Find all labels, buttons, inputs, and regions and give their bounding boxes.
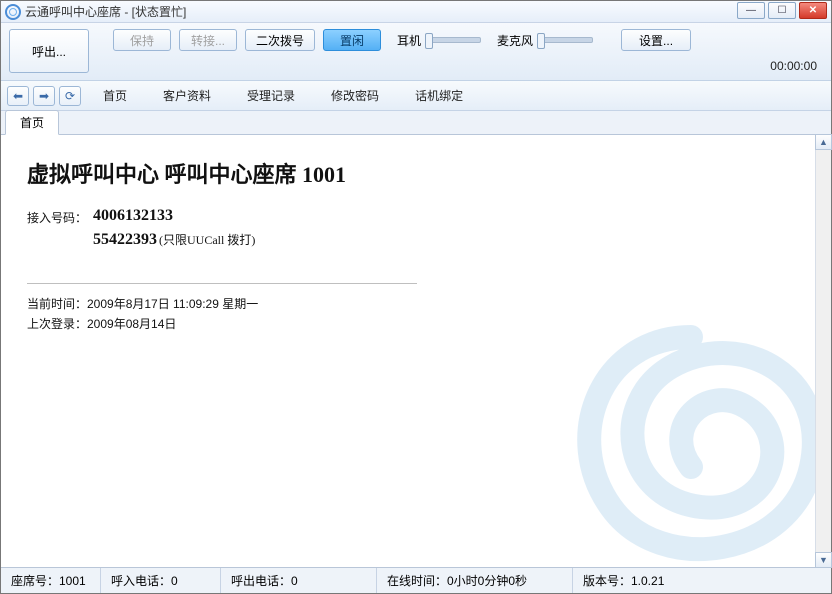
- status-seat: 座席号：1001: [1, 568, 101, 593]
- maximize-button[interactable]: ☐: [768, 2, 796, 19]
- close-button[interactable]: ✕: [799, 2, 827, 19]
- refresh-button[interactable]: ⟳: [59, 86, 81, 106]
- access-note: (只限UUCall 拨打): [159, 233, 255, 247]
- redial-button[interactable]: 二次拨号: [245, 29, 315, 51]
- nav-records[interactable]: 受理记录: [247, 87, 295, 104]
- page-headline: 虚拟呼叫中心 呼叫中心座席 1001: [27, 157, 805, 189]
- content-area: 虚拟呼叫中心 呼叫中心座席 1001 接入号码： 4006132133 5542…: [1, 135, 831, 567]
- mic-control: 麦克风: [497, 32, 593, 49]
- background-swirl-icon: [541, 297, 831, 567]
- tab-home[interactable]: 首页: [5, 110, 59, 135]
- navbar: ⬅ ➡ ⟳ 首页 客户资料 受理记录 修改密码 话机绑定: [1, 81, 831, 111]
- window-title: 云通呼叫中心座席 - [状态置忙]: [25, 3, 186, 20]
- transfer-button[interactable]: 转接...: [179, 29, 237, 51]
- content-wrap: 虚拟呼叫中心 呼叫中心座席 1001 接入号码： 4006132133 5542…: [1, 135, 831, 567]
- window-controls: — ☐ ✕: [737, 2, 827, 19]
- headset-control: 耳机: [397, 32, 481, 49]
- mic-slider[interactable]: [537, 37, 593, 43]
- scroll-down-button[interactable]: ▼: [815, 552, 832, 568]
- access-number-2: 55422393(只限UUCall 拨打): [93, 231, 255, 249]
- status-outbound: 呼出电话：0: [221, 568, 377, 593]
- minimize-button[interactable]: —: [737, 2, 765, 19]
- access-row: 接入号码： 4006132133 55422393(只限UUCall 拨打): [27, 207, 805, 249]
- tab-strip: 首页: [1, 111, 831, 135]
- mic-label: 麦克风: [497, 32, 533, 49]
- callout-button[interactable]: 呼出...: [9, 29, 89, 73]
- nav-bind[interactable]: 话机绑定: [415, 87, 463, 104]
- status-online: 在线时间：0小时0分钟0秒: [377, 568, 573, 593]
- access-numbers: 4006132133 55422393(只限UUCall 拨打): [93, 207, 255, 249]
- status-bar: 座席号：1001 呼入电话：0 呼出电话：0 在线时间：0小时0分钟0秒 版本号…: [1, 567, 831, 593]
- nav-home[interactable]: 首页: [103, 87, 127, 104]
- toolbar-row: 保持 转接... 二次拨号 置闲 耳机 麦克风 设置...: [113, 29, 699, 51]
- back-button[interactable]: ⬅: [7, 86, 29, 106]
- forward-button[interactable]: ➡: [33, 86, 55, 106]
- settings-button[interactable]: 设置...: [621, 29, 691, 51]
- app-icon: [5, 4, 21, 20]
- title-bar: 云通呼叫中心座席 - [状态置忙] — ☐ ✕: [1, 1, 831, 23]
- divider: [27, 283, 417, 284]
- hold-button[interactable]: 保持: [113, 29, 171, 51]
- access-number-1: 4006132133: [93, 207, 255, 225]
- nav-arrows: ⬅ ➡ ⟳: [7, 86, 81, 106]
- timer: 00:00:00: [770, 59, 817, 73]
- vertical-scrollbar[interactable]: ▲ ▼: [815, 135, 831, 567]
- scroll-up-button[interactable]: ▲: [815, 134, 832, 150]
- headset-label: 耳机: [397, 32, 421, 49]
- access-number-2-value: 55422393: [93, 231, 157, 248]
- status-inbound: 呼入电话：0: [101, 568, 221, 593]
- access-label: 接入号码：: [27, 207, 87, 226]
- status-version: 版本号：1.0.21: [573, 568, 831, 593]
- idle-button[interactable]: 置闲: [323, 29, 381, 51]
- headset-slider[interactable]: [425, 37, 481, 43]
- nav-password[interactable]: 修改密码: [331, 87, 379, 104]
- toolbar: 呼出... 保持 转接... 二次拨号 置闲 耳机 麦克风 设置... 00:0…: [1, 23, 831, 81]
- nav-customer[interactable]: 客户资料: [163, 87, 211, 104]
